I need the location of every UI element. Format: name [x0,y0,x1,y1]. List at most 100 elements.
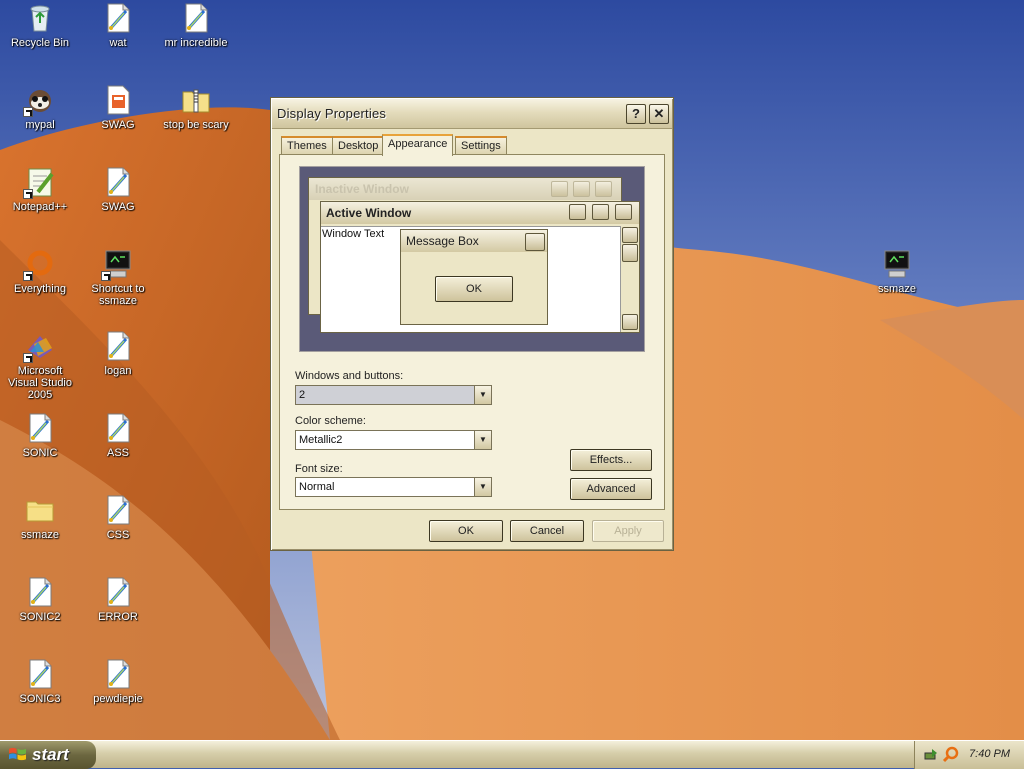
scroll-down-icon [622,314,638,330]
desktop-icon[interactable]: ssmaze [857,248,937,295]
desktop-icon-label: ASS [106,447,129,459]
preview-active-maximize-icon [592,204,609,220]
cancel-button[interactable]: Cancel [510,520,584,542]
script-file-icon [102,166,134,198]
desktop-icon-label: Recycle Bin [10,37,70,49]
dialog-titlebar[interactable]: Display Properties ? ✕ [272,99,672,129]
desktop-icon[interactable]: SONIC [0,412,80,459]
preview-window-text: Window Text [322,228,385,240]
effects-button[interactable]: Effects... [570,449,652,471]
desktop-icon-label: Everything [14,283,66,295]
script-file-icon [102,330,134,362]
ok-button[interactable]: OK [429,520,503,542]
apply-button[interactable]: Apply [592,520,664,542]
shortcut-arrow-icon [101,271,111,281]
system-tray: 7:40 PM [914,741,1024,769]
notepad-plus-plus-icon [23,166,56,199]
windows-buttons-label: Windows and buttons: [295,370,404,382]
preview-active-title: Active Window [326,206,412,220]
tab-settings[interactable]: Settings [455,136,507,154]
close-button[interactable]: ✕ [649,104,669,124]
desktop-icon[interactable]: Shortcut to ssmaze [78,248,158,307]
script-file-icon [102,658,134,690]
shortcut-arrow-icon [23,189,33,199]
clock[interactable]: 7:40 PM [969,748,1010,760]
desktop-icon-label: ERROR [98,611,138,623]
zip-folder-icon [180,84,212,116]
desktop-icon[interactable]: Notepad++ [0,166,80,213]
desktop-icon[interactable]: Recycle Bin [0,2,80,49]
script-file-icon [102,494,134,526]
preview-maximize-icon [573,181,590,197]
desktop-icon-label: wat [109,37,127,49]
shortcut-arrow-icon [23,107,33,117]
color-scheme-label: Color scheme: [295,415,366,427]
desktop-icon-label: pewdiepie [93,693,143,705]
taskbar: start 7:40 PM [0,740,1024,769]
desktop-icon[interactable]: stop be scary [156,84,236,131]
dialog-title: Display Properties [277,106,387,121]
color-scheme-select[interactable]: Metallic2 ▼ [295,430,492,450]
desktop-icon-label: SONIC3 [19,693,61,705]
recycle-bin-icon [24,2,56,34]
html-document-icon [102,84,134,116]
desktop-icon-label: SONIC [22,447,58,459]
desktop-icon[interactable]: SONIC3 [0,658,80,705]
help-button[interactable]: ? [626,104,646,124]
desktop-icon[interactable]: Microsoft Visual Studio 2005 [0,330,80,401]
script-file-icon [24,412,56,444]
preview-message-close-icon [525,233,545,251]
desktop-icon-label: mypal [25,119,55,131]
desktop-icon[interactable]: logan [78,330,158,377]
desktop-icon[interactable]: ssmaze [0,494,80,541]
desktop-icon[interactable]: wat [78,2,158,49]
preview-message-title: Message Box [406,234,479,248]
preview-minimize-icon [551,181,568,197]
start-button[interactable]: start [0,741,96,769]
font-size-value: Normal [299,481,335,493]
windows-buttons-select[interactable]: 2 ▼ [295,385,492,405]
tab-themes[interactable]: Themes [281,136,333,154]
desktop-icon[interactable]: ASS [78,412,158,459]
safely-remove-hardware-icon[interactable] [923,747,939,763]
advanced-button[interactable]: Advanced [570,478,652,500]
desktop-icon[interactable]: SONIC2 [0,576,80,623]
preview-active-close-icon [615,204,632,220]
shortcut-arrow-icon [23,271,33,281]
desktop-icon[interactable]: pewdiepie [78,658,158,705]
font-size-select[interactable]: Normal ▼ [295,477,492,497]
desktop-icon-label: Shortcut to ssmaze [91,283,145,307]
chevron-down-icon[interactable]: ▼ [474,386,491,404]
desktop-icon-label: SWAG [101,119,135,131]
desktop-icon-label: Notepad++ [12,201,68,213]
desktop-icon[interactable]: Everything [0,248,80,295]
preview-inactive-title: Inactive Window [315,182,409,196]
script-file-icon [102,576,134,608]
desktop-icon[interactable]: mypal [0,84,80,131]
desktop-icon[interactable]: SWAG [78,84,158,131]
desktop-icon[interactable]: CSS [78,494,158,541]
shortcut-arrow-icon [23,353,33,363]
preview-ok-button: OK [435,276,513,302]
windows-buttons-value: 2 [299,389,306,401]
desktop-icon[interactable]: ERROR [78,576,158,623]
search-icon[interactable] [942,746,960,764]
preview-scrollbar [620,226,639,332]
tab-appearance[interactable]: Appearance [382,134,454,156]
start-label: start [32,745,69,764]
preview-active-minimize-icon [569,204,586,220]
script-file-icon [102,412,134,444]
desktop-icon[interactable]: SWAG [78,166,158,213]
script-file-icon [180,2,212,34]
preview-message-box: Message Box OK [400,229,548,325]
desktop-icon-label: Microsoft Visual Studio 2005 [7,365,72,401]
desktop-icon-label: stop be scary [163,119,229,131]
everything-search-icon [23,248,56,281]
chevron-down-icon[interactable]: ▼ [474,478,491,496]
desktop-icon-label: SONIC2 [19,611,61,623]
script-file-icon [24,658,56,690]
tab-desktop[interactable]: Desktop [332,136,385,154]
desktop-icon-label: CSS [106,529,130,541]
chevron-down-icon[interactable]: ▼ [474,431,491,449]
desktop-icon[interactable]: mr incredible [156,2,236,49]
